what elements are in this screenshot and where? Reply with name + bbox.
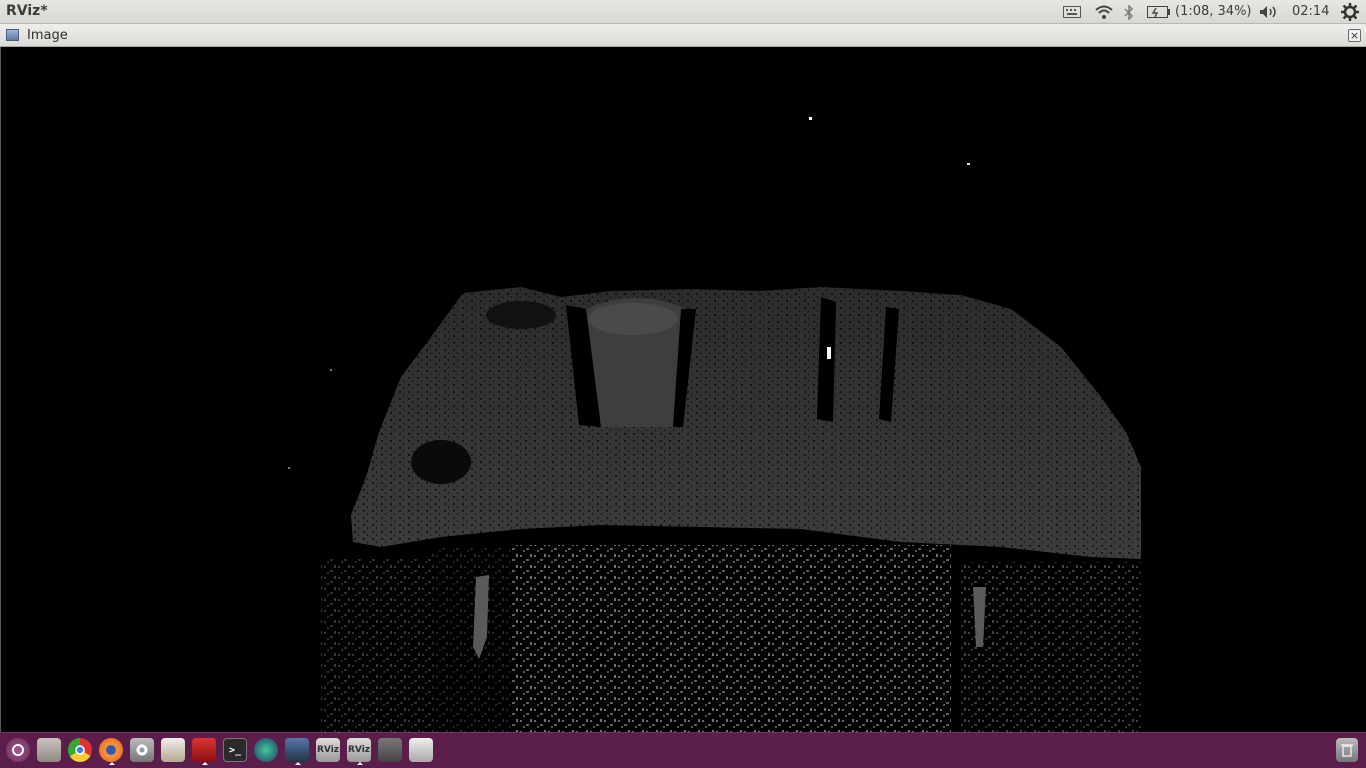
top-panel: RViz* (1:08, 34%) 02:14 xyxy=(0,0,1366,24)
keyboard-icon[interactable] xyxy=(1062,4,1082,20)
bluetooth-icon[interactable] xyxy=(1122,4,1136,20)
clock[interactable]: 02:14 xyxy=(1292,4,1329,19)
wifi-icon[interactable] xyxy=(1094,4,1114,20)
software-icon[interactable] xyxy=(161,738,185,762)
image-window-icon xyxy=(6,29,19,41)
firefox-icon[interactable] xyxy=(99,738,123,765)
depth-image xyxy=(288,117,1141,732)
rviz-icon-2[interactable]: RViz xyxy=(347,738,371,765)
window-app-icon[interactable] xyxy=(378,738,402,762)
trash-icon[interactable] xyxy=(1336,738,1358,762)
editor-icon[interactable] xyxy=(285,738,309,765)
volume-icon[interactable] xyxy=(1258,4,1282,20)
image-window-titlebar[interactable]: Image × xyxy=(0,24,1366,47)
battery-icon[interactable] xyxy=(1146,4,1172,20)
screen-recorder-icon[interactable] xyxy=(192,738,216,765)
files-icon[interactable] xyxy=(37,738,61,762)
globe-app-icon[interactable] xyxy=(254,738,278,762)
drive-icon[interactable] xyxy=(409,738,433,762)
battery-status[interactable]: (1:08, 34%) xyxy=(1175,4,1252,19)
app-title: RViz* xyxy=(6,3,48,19)
ubuntu-dash-icon[interactable] xyxy=(6,738,30,762)
launcher-taskbar: >_ RViz RViz xyxy=(0,732,1366,768)
depth-image-view xyxy=(0,47,1366,732)
floor-noise xyxy=(511,545,951,732)
window-title: Image xyxy=(27,28,68,43)
rviz-icon[interactable]: RViz xyxy=(316,738,340,762)
close-icon[interactable]: × xyxy=(1348,29,1361,42)
chrome-icon[interactable] xyxy=(68,738,92,762)
system-settings-icon[interactable] xyxy=(130,738,154,762)
terminal-icon[interactable]: >_ xyxy=(223,738,247,762)
settings-gear-icon[interactable] xyxy=(1340,3,1360,21)
